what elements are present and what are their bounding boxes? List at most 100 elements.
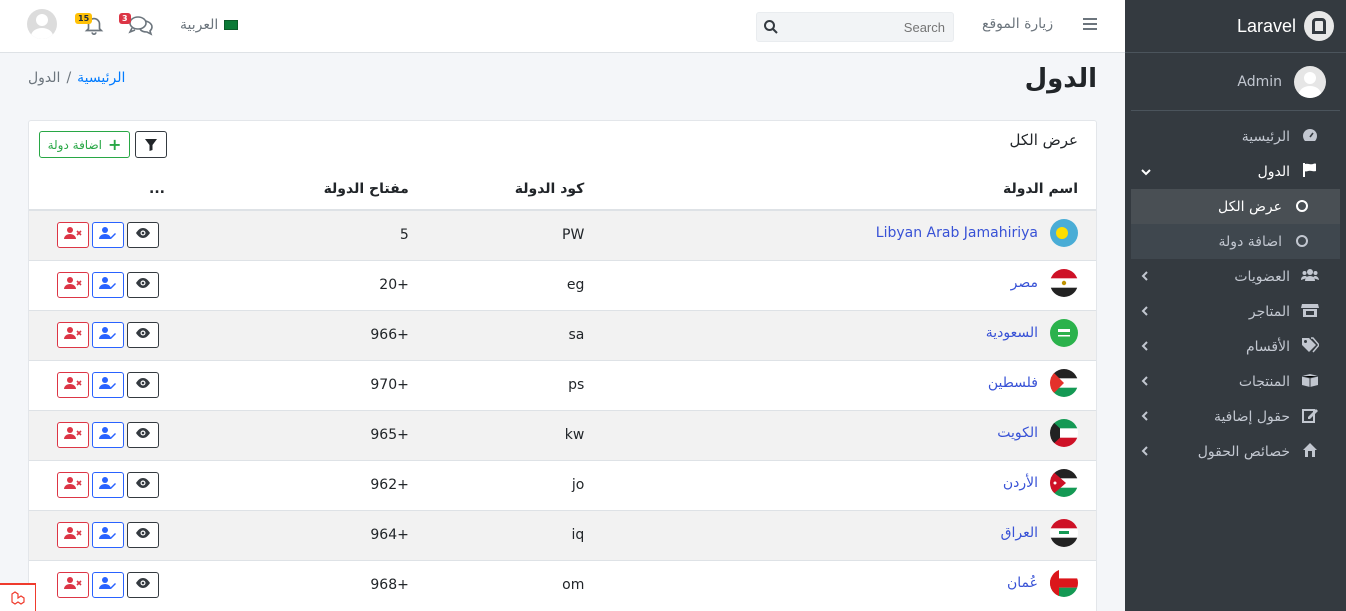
user-delete-icon [64,326,82,344]
sidebar-subitem-add-country[interactable]: اضافة دولة [1131,224,1340,259]
country-name-cell: Libyan Arab Jamahiriya [594,209,1096,260]
menu-toggle-icon[interactable] [1083,18,1097,30]
sidebar-item-field-properties[interactable]: خصائص الحقول [1131,434,1340,469]
user-avatar[interactable] [27,9,57,39]
chevron-left-icon [1141,374,1149,390]
search-icon[interactable] [763,19,779,35]
sidebar-item-label: خصائص الحقول [1197,443,1290,460]
laravel-logo-icon [1304,11,1334,41]
brand[interactable]: Laravel [1125,0,1346,53]
country-key-cell: 5 [184,209,409,260]
edit-button[interactable] [92,272,124,298]
delete-button[interactable] [57,522,89,548]
user-edit-icon [99,376,117,394]
user-name: Admin [1237,73,1282,90]
country-name-cell: فلسطين [594,359,1096,410]
country-key-cell: 965+ [184,409,409,460]
view-button[interactable] [127,422,159,448]
language-switcher[interactable]: العربية [180,17,239,33]
delete-button[interactable] [57,322,89,348]
view-button[interactable] [127,322,159,348]
delete-button[interactable] [57,422,89,448]
country-name-cell: عُمان [594,559,1096,610]
sidebar-item-categories[interactable]: الأقسام [1131,329,1340,364]
saudi-flag-icon [1050,319,1078,347]
col-actions: ... [29,169,185,211]
sidebar-subitem-view-all[interactable]: عرض الكل [1131,189,1340,224]
top-navbar: 15 3 العربية زيارة الموقع [0,0,1125,53]
edit-button[interactable] [92,322,124,348]
sidebar-item-home[interactable]: الرئيسية [1131,119,1340,154]
table-row: 964+ iq العراق [29,509,1096,560]
chevron-left-icon [1141,269,1149,285]
country-code-cell: jo [408,459,595,510]
edit-button[interactable] [92,572,124,599]
sidebar-item-extra-fields[interactable]: حقول إضافية [1131,399,1340,434]
circle-icon [1292,233,1312,251]
page-title: الدول [1024,64,1097,94]
users-icon [1300,268,1320,286]
table-row: 20+ eg مصر [29,259,1096,310]
row-actions [29,259,185,310]
country-name-link[interactable]: فلسطين [988,375,1038,391]
delete-button[interactable] [57,572,89,599]
eye-icon [135,577,151,593]
country-name-link[interactable]: مصر [1011,275,1038,291]
edit-button[interactable] [92,422,124,448]
edit-button[interactable] [92,472,124,498]
edit-button[interactable] [92,222,124,249]
country-name-link[interactable]: Libyan Arab Jamahiriya [876,225,1038,241]
delete-button[interactable] [57,272,89,298]
add-country-button[interactable]: اضافة دولة + [39,131,130,158]
filter-button[interactable] [135,131,167,158]
plus-icon: + [108,135,122,154]
user-edit-icon [99,476,117,494]
sidebar-item-memberships[interactable]: العضويات [1131,259,1340,294]
comments-icon[interactable] [128,14,154,36]
country-name-link[interactable]: الأردن [1003,475,1038,491]
eye-icon [135,527,151,543]
countries-submenu: عرض الكل اضافة دولة [1131,189,1340,259]
user-edit-icon [99,426,117,444]
row-actions [29,509,185,560]
country-key-cell: 966+ [184,309,409,360]
user-panel[interactable]: Admin [1131,53,1340,111]
view-button[interactable] [127,272,159,298]
chevron-left-icon [1141,409,1149,425]
palestine-flag-icon [1050,369,1078,397]
view-button[interactable] [127,522,159,548]
sidebar-item-products[interactable]: المنتجات [1131,364,1340,399]
sidebar-item-stores[interactable]: المتاجر [1131,294,1340,329]
row-actions [29,459,185,510]
laravel-debug-icon[interactable] [0,583,36,611]
view-button[interactable] [127,572,159,599]
delete-button[interactable] [57,472,89,498]
country-code-cell: om [408,559,595,610]
visit-site-link[interactable]: زيارة الموقع [982,16,1053,32]
user-edit-icon [99,326,117,344]
country-name-link[interactable]: السعودية [986,325,1038,341]
row-actions [29,209,185,260]
sidebar-item-label: الأقسام [1246,338,1290,355]
view-button[interactable] [127,472,159,498]
delete-button[interactable] [57,372,89,398]
countries-table: ... مفتاح الدولة كود الدولة اسم الدولة 5… [29,169,1096,610]
view-button[interactable] [127,372,159,398]
sidebar-item-countries[interactable]: الدول [1131,154,1340,189]
country-name-link[interactable]: عُمان [1007,575,1038,591]
delete-button[interactable] [57,222,89,249]
user-delete-icon [64,476,82,494]
search-input[interactable] [781,13,951,41]
user-delete-icon [64,576,82,594]
sidebar-item-label: المنتجات [1238,373,1290,390]
edit-icon [1300,407,1320,427]
col-country-key: مفتاح الدولة [184,169,409,211]
edit-button[interactable] [92,522,124,548]
country-name-link[interactable]: الكويت [997,425,1038,441]
breadcrumb-home[interactable]: الرئيسية [77,70,125,86]
edit-button[interactable] [92,372,124,398]
view-button[interactable] [127,222,159,249]
eye-icon [135,377,151,393]
country-name-link[interactable]: العراق [1001,525,1038,541]
country-code-cell: kw [408,409,595,460]
